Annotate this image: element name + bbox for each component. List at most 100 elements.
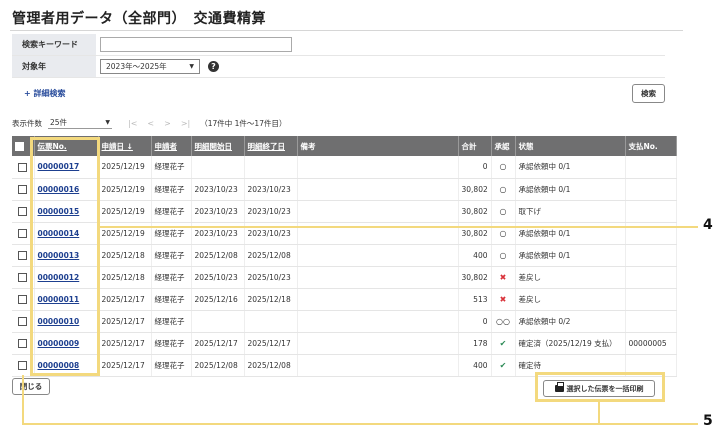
callout-number-5: 5 [703,413,713,429]
callout-number-4: 4 [703,217,713,233]
col-start-date[interactable]: 明細開始日 [191,136,245,156]
row-checkbox[interactable] [18,228,28,238]
date-cell: 2025/12/19 [98,200,152,223]
col-approval: 承認 [491,136,516,156]
note-cell [297,178,459,201]
col-date[interactable]: 申請日 ↓ [98,136,152,156]
table-row: 00000016 2025/12/19 経理花子 2023/10/23 2023/10/… [12,178,677,201]
period-select-value: 2023年～2025年 [106,62,167,71]
payment-no-cell [625,178,677,201]
date-cell: 2025/12/17 [98,288,152,311]
status-cell: 承認依頼中 0/2 [515,310,626,333]
note-cell [297,156,459,179]
end-date-cell [244,310,298,333]
status-cell: 差戻し [515,266,626,289]
payment-no-cell [625,310,677,333]
end-date-cell: 2025/12/17 [244,332,298,355]
applicant-cell: 経理花子 [151,354,192,377]
col-end-date[interactable]: 明細終了日 [244,136,298,156]
row-checkbox[interactable] [18,360,28,370]
start-date-cell: 2025/10/23 [191,266,245,289]
approval-cell: ○○ [491,310,516,333]
result-summary: （17件中 1件～17件目） [200,118,287,128]
approval-cell: ✖ [491,266,516,289]
start-date-cell: 2023/10/23 [191,178,245,201]
approval-done-icon: ✔ [499,338,507,348]
row-checkbox[interactable] [18,272,28,282]
first-page-icon[interactable]: |< [128,119,137,128]
print-button-highlight [535,372,665,402]
start-date-cell: 2025/12/16 [191,288,245,311]
slip-column-highlight [30,137,100,376]
date-cell: 2025/12/17 [98,332,152,355]
next-page-icon[interactable]: > [164,119,171,128]
search-form: 検索キーワード 対象年 2023年～2025年 ▼ ? [12,34,665,78]
end-date-cell: 2025/12/18 [244,288,298,311]
chevron-down-icon: ▼ [105,119,110,126]
close-button[interactable]: 閉じる [12,378,50,395]
end-date-cell: 2023/10/23 [244,178,298,201]
table-row: 00000015 2025/12/19 経理花子 2023/10/23 2023/10/… [12,200,677,223]
period-select[interactable]: 2023年～2025年 ▼ [100,59,200,74]
applicant-cell: 経理花子 [151,156,192,179]
slip-table: 伝票No. 申請日 ↓ 申請者 明細開始日 明細終了日 備考 合計 承認 状態 … [12,136,677,377]
end-date-cell: 2025/12/08 [244,354,298,377]
start-date-cell: 2025/12/08 [191,244,245,267]
applicant-cell: 経理花子 [151,178,192,201]
applicant-cell: 経理花子 [151,244,192,267]
status-cell: 承認依頼中 0/1 [515,156,626,179]
help-icon[interactable]: ? [208,61,219,72]
end-date-cell: 2025/12/08 [244,244,298,267]
note-cell [297,200,459,223]
approval-pending-icon: ○ [499,162,507,172]
table-row: 00000012 2025/12/18 経理花子 2025/10/23 2025/10/… [12,266,677,289]
table-row: 00000013 2025/12/18 経理花子 2025/12/08 2025/12/… [12,244,677,267]
total-cell: 30,802 [458,200,492,223]
total-cell: 400 [458,244,492,267]
approval-cell: ✔ [491,354,516,377]
detail-search-link[interactable]: + 詳細検索 [24,88,66,99]
col-applicant[interactable]: 申請者 [151,136,192,156]
start-date-cell [191,310,245,333]
date-cell: 2025/12/19 [98,156,152,179]
approval-pending-icon: ○ [499,250,507,260]
row-checkbox[interactable] [18,162,28,172]
status-cell: 取下げ [515,200,626,223]
total-cell: 30,802 [458,266,492,289]
total-cell: 0 [458,156,492,179]
date-cell: 2025/12/17 [98,310,152,333]
row-checkbox[interactable] [18,184,28,194]
table-row: 00000011 2025/12/17 経理花子 2025/12/16 2025/12/… [12,288,677,311]
page-size-value: 25件 [50,118,68,127]
row-checkbox[interactable] [18,250,28,260]
date-cell: 2025/12/18 [98,266,152,289]
row-checkbox[interactable] [18,316,28,326]
note-cell [297,266,459,289]
note-cell [297,354,459,377]
approval-rejected-icon: ✖ [499,294,507,304]
title-divider [10,30,683,31]
col-status: 状態 [515,136,626,156]
applicant-cell: 経理花子 [151,200,192,223]
search-button[interactable]: 検索 [632,84,665,103]
table-header-row: 伝票No. 申請日 ↓ 申請者 明細開始日 明細終了日 備考 合計 承認 状態 … [12,136,677,156]
keyword-row: 検索キーワード [12,34,665,56]
callout-line-5c [598,401,600,424]
col-total: 合計 [458,136,492,156]
callout-line-5a [22,375,24,424]
note-cell [297,288,459,311]
select-all-checkbox[interactable] [15,141,24,151]
row-checkbox[interactable] [18,294,28,304]
approval-done-icon: ✔ [499,360,507,370]
row-checkbox[interactable] [18,206,28,216]
total-cell: 30,802 [458,178,492,201]
page-size-select[interactable]: 25件 ▼ [48,117,112,129]
last-page-icon[interactable]: >| [181,119,190,128]
start-date-cell: 2023/10/23 [191,200,245,223]
status-cell: 承認依頼中 0/1 [515,178,626,201]
total-cell: 178 [458,332,492,355]
keyword-input[interactable] [100,37,292,52]
prev-page-icon[interactable]: < [147,119,154,128]
total-cell: 0 [458,310,492,333]
row-checkbox[interactable] [18,338,28,348]
